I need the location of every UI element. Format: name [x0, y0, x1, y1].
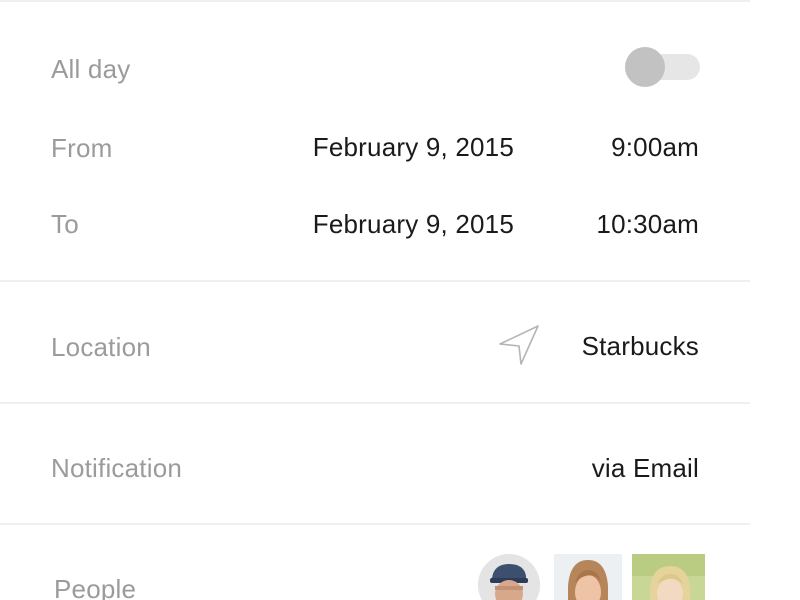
notification-value[interactable]: via Email — [592, 455, 699, 481]
notification-divider — [0, 523, 750, 525]
avatar-woman[interactable] — [554, 554, 622, 600]
from-date[interactable]: February 9, 2015 — [313, 134, 514, 160]
location-value[interactable]: Starbucks — [582, 333, 699, 359]
from-time[interactable]: 9:00am — [611, 134, 699, 160]
to-label: To — [51, 209, 79, 239]
to-time[interactable]: 10:30am — [596, 211, 699, 237]
to-date[interactable]: February 9, 2015 — [313, 211, 514, 237]
top-divider — [0, 0, 750, 2]
location-label: Location — [51, 332, 151, 362]
time-divider — [0, 280, 750, 282]
toggle-knob — [625, 47, 665, 87]
people-label: People — [54, 574, 137, 600]
location-divider — [0, 402, 750, 404]
from-label: From — [51, 133, 113, 163]
avatar-girl[interactable] — [632, 554, 705, 600]
notification-label: Notification — [51, 453, 183, 483]
location-arrow-icon[interactable] — [498, 324, 540, 366]
avatar-man[interactable] — [478, 554, 540, 600]
all-day-toggle[interactable] — [625, 47, 700, 87]
all-day-label: All day — [51, 54, 131, 84]
event-details-form: All day From February 9, 2015 9:00am To … — [0, 0, 800, 600]
